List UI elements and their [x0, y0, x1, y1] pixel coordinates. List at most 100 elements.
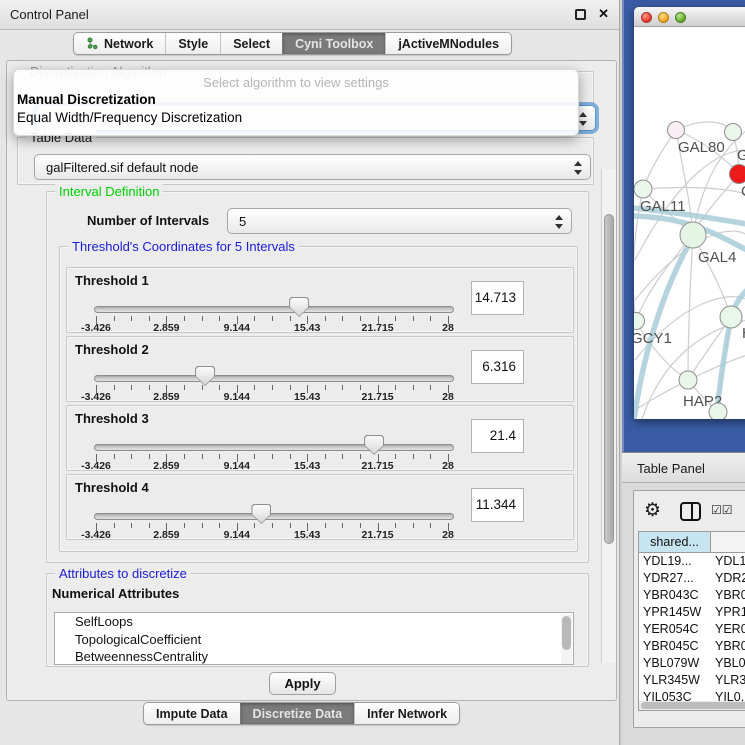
threshold-value-field[interactable]: 21.4: [471, 419, 524, 453]
tab-select[interactable]: Select: [220, 33, 282, 54]
tab-style[interactable]: Style: [165, 33, 220, 54]
network-node-gcy1[interactable]: [634, 313, 645, 330]
tick-label: -3.426: [81, 322, 111, 334]
cell-name: YBL0...: [711, 655, 745, 672]
tick-mark: [325, 385, 326, 390]
numerical-attributes-list[interactable]: SelfLoopsTopologicalCoefficientBetweenne…: [54, 612, 574, 665]
tick-mark: [325, 523, 326, 528]
tick-mark: [219, 316, 220, 321]
list-item[interactable]: TopologicalCoefficient: [55, 631, 573, 649]
tab-infer-network[interactable]: Infer Network: [354, 703, 459, 724]
network-node-h[interactable]: [720, 306, 742, 328]
table-row[interactable]: YLR345WYLR3...: [639, 672, 745, 689]
table-h-scrollbar[interactable]: [638, 701, 745, 711]
table-row[interactable]: YER054CYER0...: [639, 621, 745, 638]
slider-track[interactable]: [94, 444, 454, 451]
interval-definition-group: Interval Definition Number of Intervals …: [46, 191, 589, 563]
tick-mark: [290, 316, 291, 321]
select-columns-icon[interactable]: ☑☑: [711, 503, 733, 517]
list-scrollbar[interactable]: [561, 614, 572, 665]
tab-impute-data[interactable]: Impute Data: [144, 703, 240, 724]
tick-mark: [342, 316, 343, 321]
column-header-name[interactable]: na: [711, 532, 745, 552]
scrollbar-thumb[interactable]: [604, 214, 614, 544]
tick-mark: [342, 385, 343, 390]
tick-mark: [272, 316, 273, 321]
network-node-g[interactable]: [725, 124, 742, 141]
network-node-c[interactable]: [730, 165, 745, 184]
slider-thumb[interactable]: [195, 366, 215, 386]
tick-mark: [290, 454, 291, 459]
tick-mark: [395, 316, 396, 321]
num-intervals-combo[interactable]: 5: [227, 208, 572, 234]
tick-label: 9.144: [224, 322, 250, 334]
tab-cyni-toolbox[interactable]: Cyni Toolbox: [282, 33, 385, 54]
tick-mark: [360, 523, 361, 528]
tick-label: 2.859: [153, 322, 179, 334]
slider-thumb[interactable]: [364, 435, 384, 455]
list-item[interactable]: BetweennessCentrality: [55, 648, 573, 665]
column-header-shared-name[interactable]: shared...: [639, 532, 711, 552]
table-row[interactable]: YBR043CYBR0...: [639, 587, 745, 604]
tick-mark: [272, 385, 273, 390]
table-data-value: galFiltered.sif default node: [46, 160, 198, 175]
dropdown-option-manual-discretization[interactable]: Manual Discretization: [14, 90, 578, 108]
split-columns-icon[interactable]: [680, 502, 701, 521]
tab-network[interactable]: Network: [74, 33, 165, 54]
threshold-value-field[interactable]: 6.316: [471, 350, 524, 384]
slider-track[interactable]: [94, 513, 454, 520]
gear-icon[interactable]: ⚙: [644, 499, 661, 522]
bottom-tabbar: Impute DataDiscretize DataInfer Network: [143, 702, 460, 725]
tab-jactivemnodules[interactable]: jActiveMNodules: [385, 33, 511, 54]
close-icon[interactable]: ✕: [598, 6, 609, 22]
tick-mark: [360, 385, 361, 390]
slider-track[interactable]: [94, 375, 454, 382]
slider-track[interactable]: [94, 306, 454, 313]
network-node-label: GAL80: [678, 139, 725, 156]
threshold-label: Threshold 3: [75, 411, 149, 426]
network-canvas[interactable]: GAL80GCGAL11GAL4GCY1HHAP2: [634, 27, 745, 419]
network-node[interactable]: [709, 403, 727, 419]
tick-mark: [325, 316, 326, 321]
scrollbar-thumb[interactable]: [641, 702, 745, 709]
network-node-gal11[interactable]: [634, 180, 652, 198]
table-row[interactable]: YDR27...YDR2...: [639, 570, 745, 587]
network-window-titlebar[interactable]: [634, 7, 745, 27]
close-traffic-light-icon[interactable]: [641, 12, 652, 23]
screen: Control Panel ✕ NetworkStyleSelectCyni T…: [0, 0, 745, 745]
tick-label: 28: [442, 460, 454, 472]
network-node-gal4[interactable]: [680, 222, 706, 248]
table-row[interactable]: YPR145WYPR1...: [639, 604, 745, 621]
zoom-traffic-light-icon[interactable]: [675, 12, 686, 23]
numerical-attributes-label: Numerical Attributes: [52, 586, 179, 601]
apply-button[interactable]: Apply: [269, 672, 336, 695]
cell-name: YDL1...: [711, 553, 745, 570]
tick-mark: [184, 523, 185, 528]
network-node-hap2[interactable]: [679, 371, 697, 389]
table-row[interactable]: YBR045CYBR0...: [639, 638, 745, 655]
table-row[interactable]: YDL19...YDL1...: [639, 553, 745, 570]
table-data-combo[interactable]: galFiltered.sif default node: [34, 154, 591, 180]
tab-discretize-data[interactable]: Discretize Data: [240, 703, 355, 724]
table-row[interactable]: YBL079WYBL0...: [639, 655, 745, 672]
panel-scrollbar[interactable]: [601, 169, 616, 663]
dropdown-option-equal-width-frequency[interactable]: Equal Width/Frequency Discretization: [14, 108, 578, 126]
slider-ticks: [96, 454, 448, 463]
list-item[interactable]: SelfLoops: [55, 613, 573, 631]
network-node-label: GAL11: [640, 198, 686, 215]
tick-mark: [254, 316, 255, 321]
threshold-value-field[interactable]: 11.344: [471, 488, 524, 522]
cell-shared-name: YLR345W: [639, 672, 711, 689]
network-node-gal80[interactable]: [668, 122, 685, 139]
cell-shared-name: YDL19...: [639, 553, 711, 570]
float-window-icon[interactable]: [575, 9, 586, 20]
top-tabbar: NetworkStyleSelectCyni ToolboxjActiveMNo…: [73, 32, 512, 55]
threshold-value-field[interactable]: 14.713: [471, 281, 524, 315]
slider-thumb[interactable]: [251, 504, 271, 524]
tick-label: 15.43: [294, 322, 320, 334]
minimize-traffic-light-icon[interactable]: [658, 12, 669, 23]
tick-mark: [413, 523, 414, 528]
network-edge: [693, 235, 731, 317]
table-row[interactable]: YIL053CYIL0...: [639, 689, 745, 701]
slider-thumb[interactable]: [289, 297, 309, 317]
